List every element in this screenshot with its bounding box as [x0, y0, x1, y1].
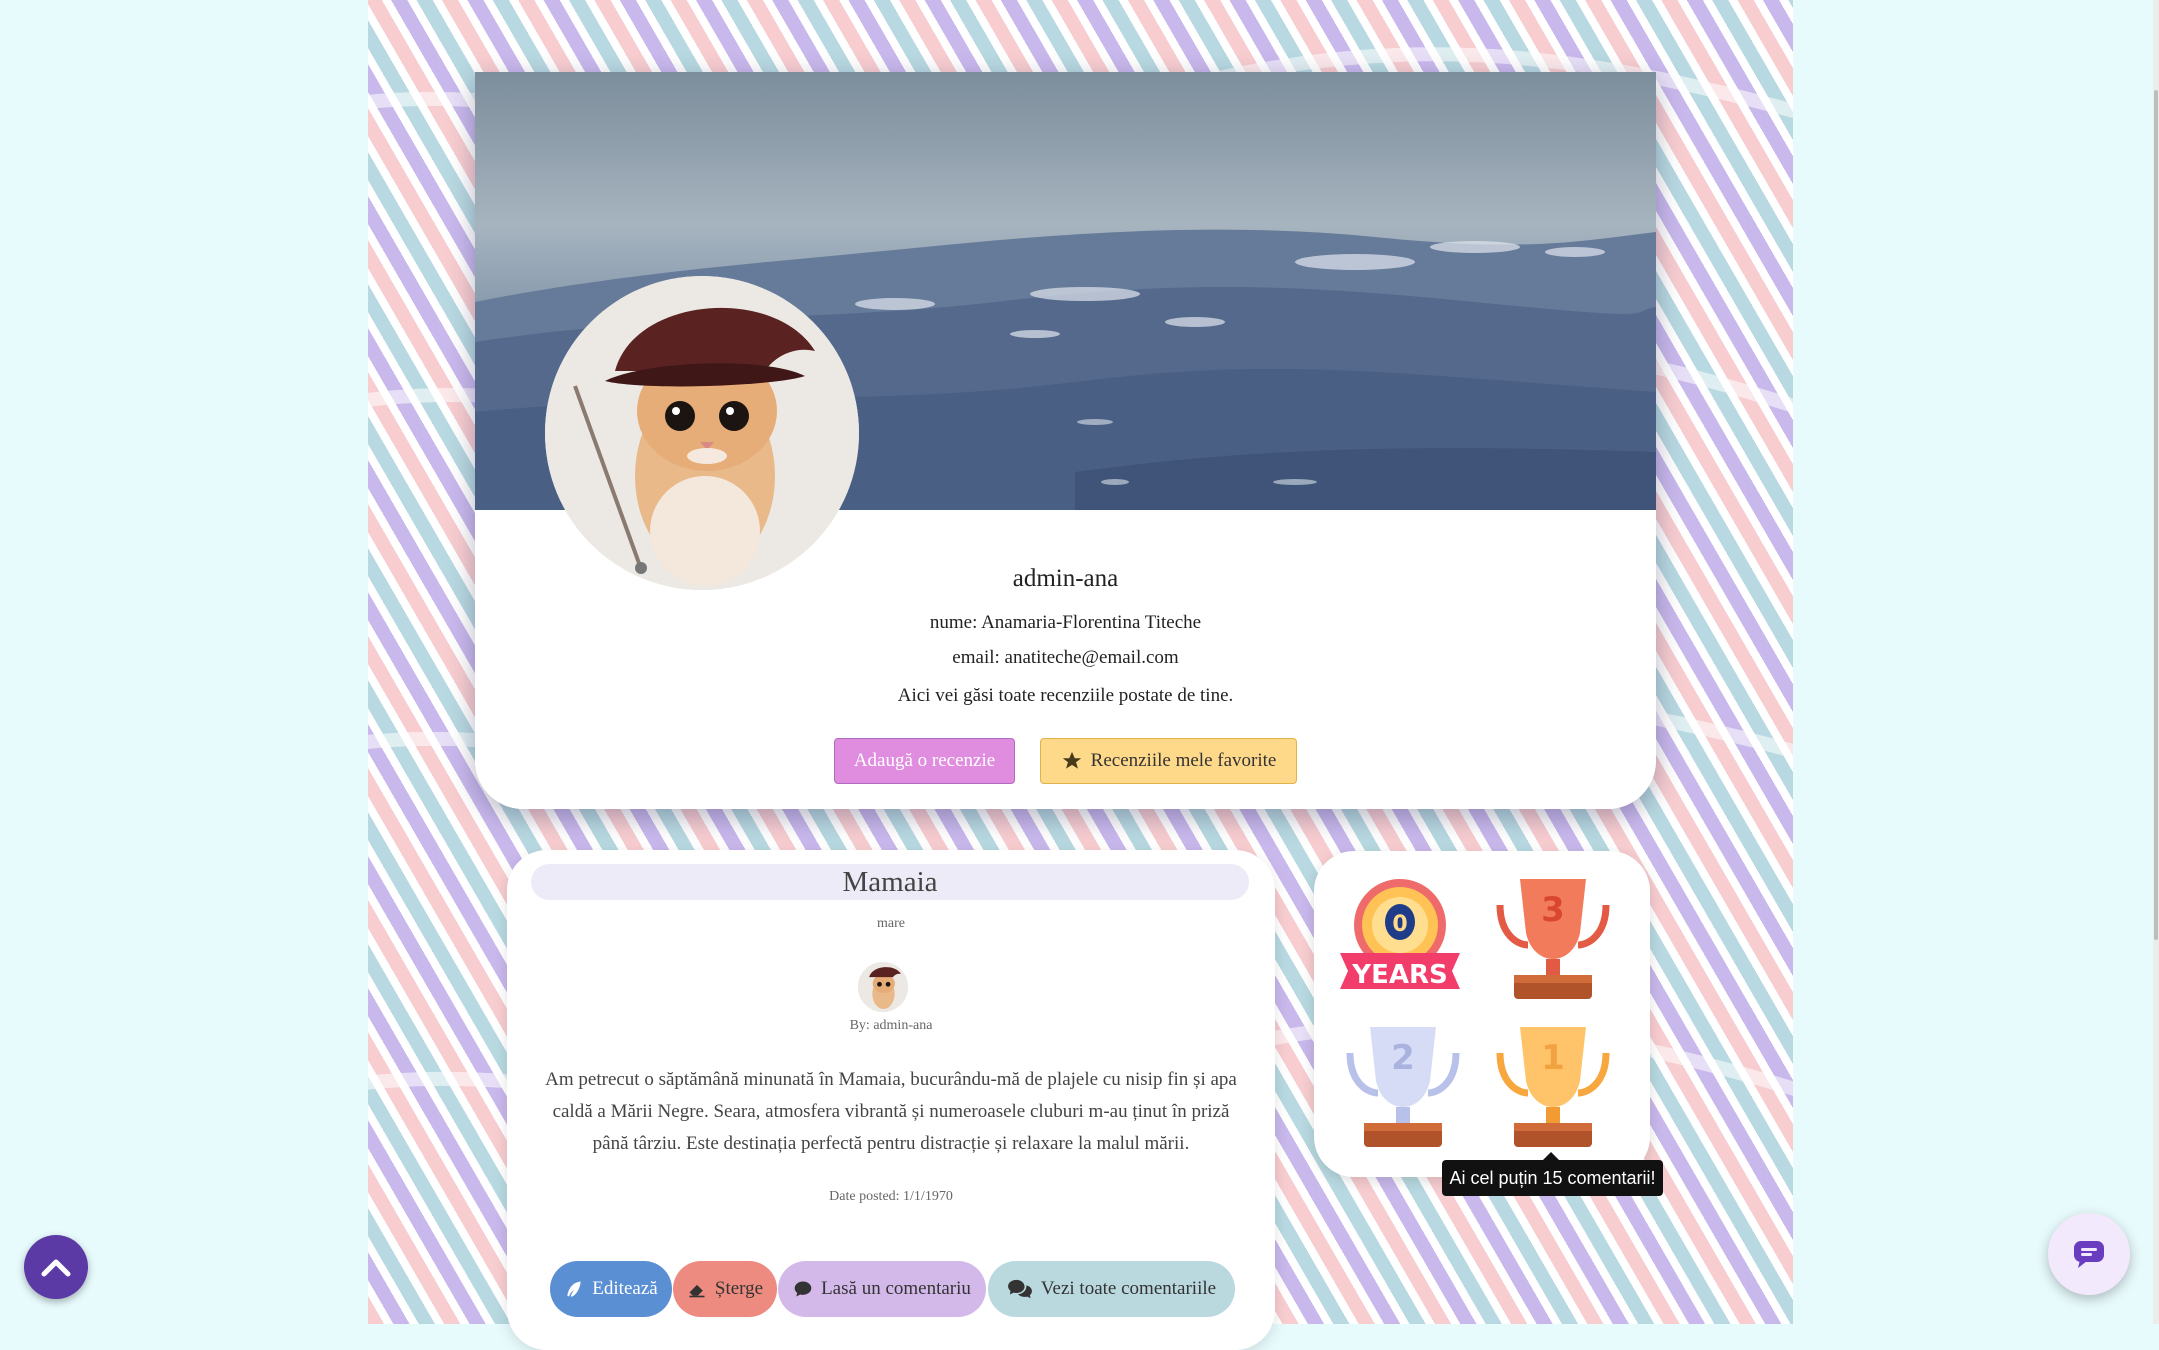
profile-username: admin-ana	[1012, 565, 1119, 592]
delete-review-label: Șterge	[714, 1278, 764, 1299]
chat-icon	[2074, 1241, 2104, 1268]
profile-description: Aici vei găsi toate recenziile postate d…	[897, 685, 1234, 706]
review-text: Am petrecut o săptămână minunată în Mama…	[545, 1069, 1237, 1154]
view-comments-button[interactable]: Vezi toate comentariile	[988, 1261, 1235, 1317]
profile-avatar	[545, 276, 859, 590]
years-badge-number: 0	[1392, 912, 1407, 937]
review-card: Mamaia mare By: admin-ana Am petrecut o …	[507, 850, 1275, 1350]
delete-review-button[interactable]: Șterge	[673, 1261, 777, 1317]
chat-button[interactable]	[2048, 1213, 2130, 1295]
gold-trophy-number: 1	[1541, 1038, 1565, 1078]
favorite-reviews-button[interactable]: Recenziile mele favorite	[1040, 738, 1297, 784]
view-comments-label: Vezi toate comentariile	[1040, 1278, 1217, 1299]
review-date: Date posted: 1/1/1970	[829, 1189, 953, 1204]
chevron-up-icon	[41, 1259, 71, 1277]
review-tag: mare	[877, 916, 905, 931]
edit-review-button[interactable]: Editează	[550, 1261, 672, 1317]
years-badge-text: YEARS	[1351, 960, 1447, 990]
silver-trophy-icon[interactable]: 2	[1338, 1023, 1468, 1153]
profile-email: email: anatiteche@email.com	[952, 647, 1179, 668]
review-title: Mamaia	[531, 864, 1249, 900]
gold-trophy-icon[interactable]: 1	[1488, 1023, 1618, 1153]
awards-card: 0 YEARS 3 2 1	[1314, 851, 1650, 1177]
award-tooltip: Ai cel puțin 15 comentarii!	[1442, 1160, 1663, 1196]
years-badge-icon[interactable]: 0 YEARS	[1338, 875, 1468, 1005]
back-to-top-button[interactable]	[24, 1235, 88, 1299]
scrollbar[interactable]	[2153, 0, 2159, 1324]
add-review-button[interactable]: Adaugă o recenzie	[834, 738, 1015, 784]
bronze-trophy-number: 3	[1541, 890, 1565, 930]
review-author: By: admin-ana	[849, 1018, 933, 1033]
feather-icon	[567, 1281, 581, 1297]
comment-icon	[794, 1281, 812, 1297]
silver-trophy-number: 2	[1391, 1038, 1415, 1078]
eraser-icon	[689, 1284, 705, 1298]
comments-icon	[1008, 1279, 1032, 1299]
leave-comment-label: Lasă un comentariu	[821, 1278, 971, 1299]
tooltip-arrow	[1543, 1152, 1559, 1160]
profile-name: nume: Anamaria-Florentina Titeche	[929, 612, 1202, 633]
author-avatar	[858, 962, 908, 1012]
favorite-reviews-label: Recenziile mele favorite	[1090, 750, 1277, 771]
edit-review-label: Editează	[592, 1278, 658, 1299]
leave-comment-button[interactable]: Lasă un comentariu	[778, 1261, 986, 1317]
star-icon	[1062, 751, 1081, 769]
bronze-trophy-icon[interactable]: 3	[1488, 875, 1618, 1005]
scrollbar-thumb[interactable]	[2154, 90, 2158, 940]
